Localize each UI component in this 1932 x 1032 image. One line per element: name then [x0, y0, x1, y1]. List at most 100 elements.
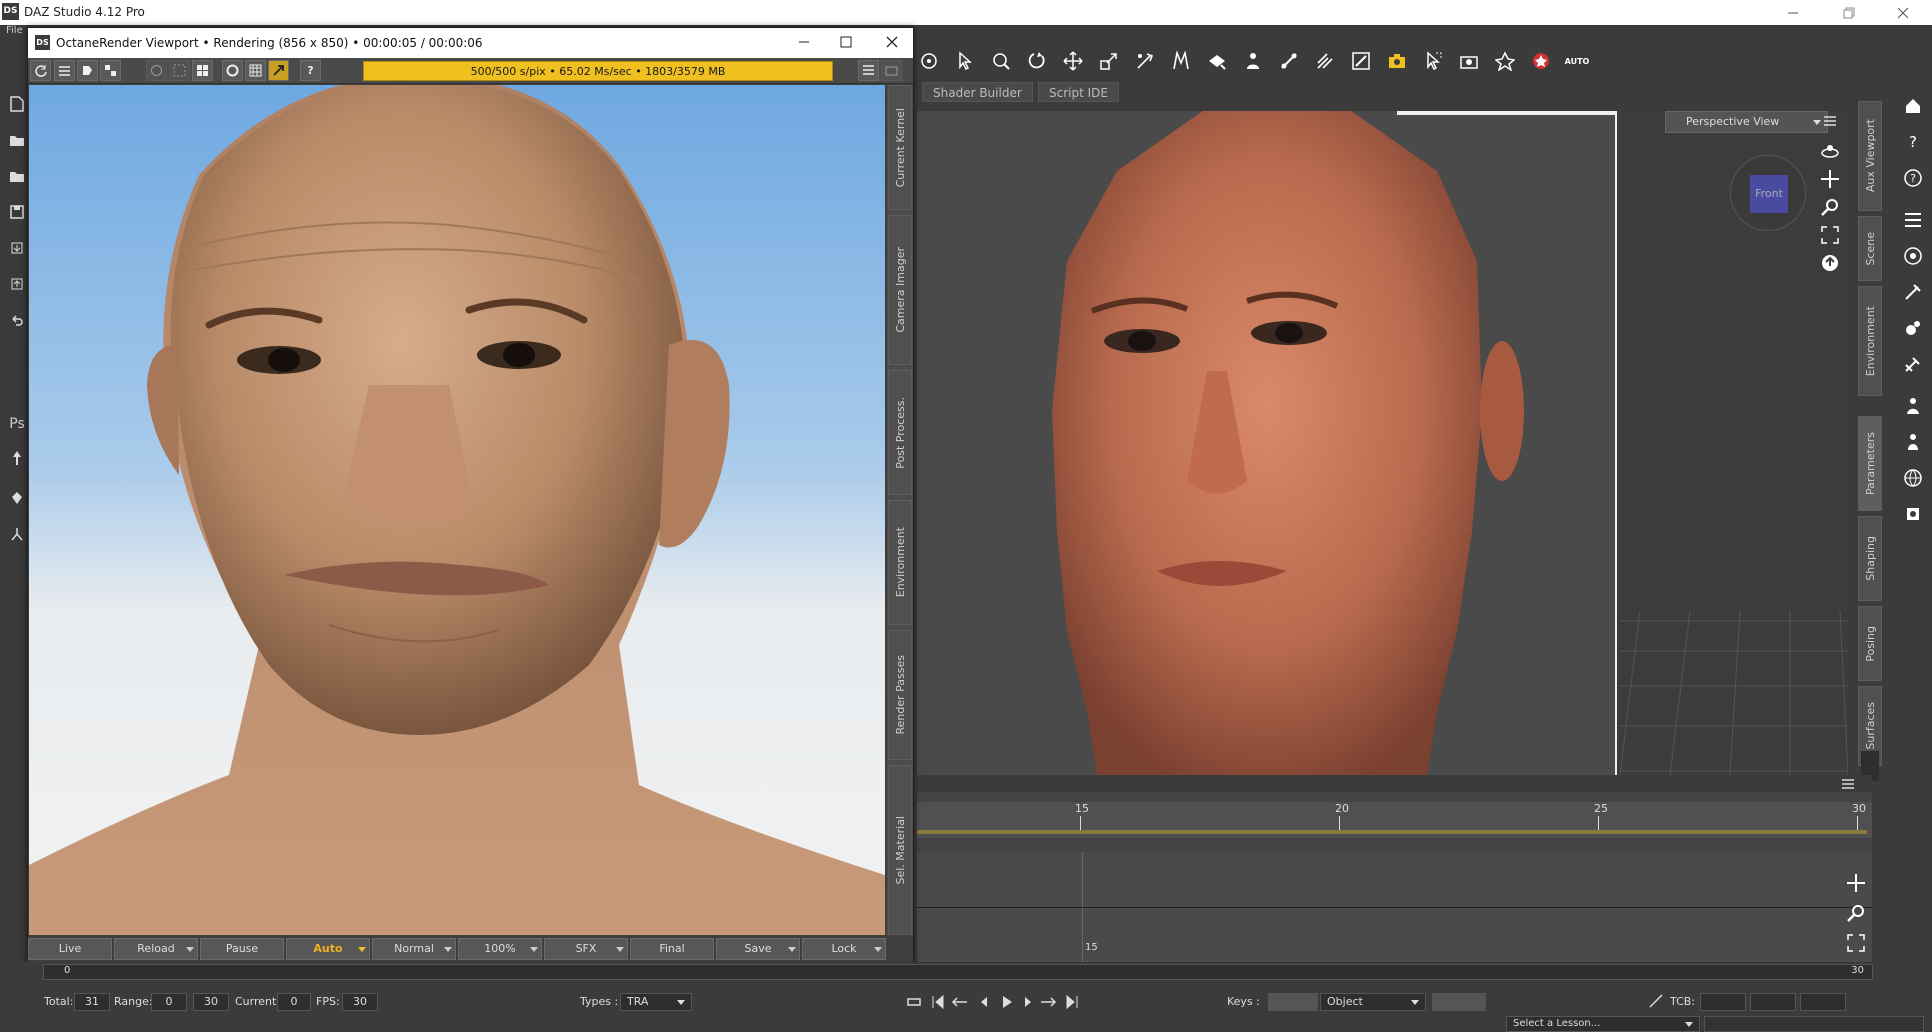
tab-post-process[interactable]: Post Process. [888, 370, 912, 495]
joint-tool-icon[interactable] [6, 523, 28, 545]
pin-icon[interactable] [77, 60, 98, 81]
minimize-button[interactable] [1770, 0, 1816, 25]
export-icon[interactable] [6, 273, 28, 295]
universal-tool-icon[interactable] [916, 48, 942, 74]
tcb-bias-field[interactable] [1800, 993, 1846, 1011]
graph-frame-icon[interactable] [1843, 930, 1869, 956]
close-button[interactable] [1880, 0, 1926, 25]
tcb-continuity-field[interactable] [1750, 993, 1796, 1011]
octane-close-button[interactable] [886, 36, 898, 48]
focus-icon[interactable] [146, 60, 167, 81]
view-selector[interactable]: Perspective View [1665, 111, 1828, 133]
current-field[interactable]: 0 [277, 993, 311, 1011]
pose-figure-icon[interactable] [1900, 393, 1926, 419]
tab-parameters[interactable]: Parameters [1858, 416, 1882, 511]
help-icon[interactable]: ? [1900, 165, 1926, 191]
octane-render-window[interactable]: DS OctaneRender Viewport • Rendering (85… [27, 27, 914, 964]
film-region-icon[interactable] [245, 60, 266, 81]
menu-icon[interactable] [1817, 108, 1843, 134]
file-menu[interactable]: File [6, 25, 23, 36]
open-icon[interactable] [6, 129, 28, 151]
surface-selection-icon[interactable] [1204, 48, 1230, 74]
keys-target-select[interactable]: Object [1320, 993, 1426, 1011]
timeline[interactable]: 15 20 25 30 15 [917, 792, 1872, 962]
live-button[interactable]: Live [28, 938, 112, 960]
render-settings-icon[interactable] [1456, 48, 1482, 74]
content-icon[interactable] [1900, 243, 1926, 269]
restore-button[interactable] [1826, 0, 1872, 25]
save-button[interactable]: Save [716, 938, 800, 960]
range-start-field[interactable]: 0 [151, 993, 187, 1011]
add-key-button[interactable] [1268, 993, 1318, 1011]
first-frame-icon[interactable] [931, 994, 945, 1010]
globe-icon[interactable] [1900, 465, 1926, 491]
auto-button[interactable]: Auto [286, 938, 370, 960]
tab-posing[interactable]: Posing [1858, 606, 1882, 681]
viewport-3d[interactable] [917, 111, 1617, 775]
new-scene-icon[interactable] [6, 93, 28, 115]
context-help-icon[interactable]: ? [1900, 129, 1926, 155]
frame-scrubber[interactable]: 0 30 [43, 964, 1873, 980]
orbit-icon[interactable] [1817, 138, 1843, 164]
render-image[interactable] [29, 85, 885, 935]
home-icon[interactable] [1900, 93, 1926, 119]
merge-icon[interactable] [6, 165, 28, 187]
refresh-icon[interactable] [30, 60, 51, 81]
render-icon[interactable] [1492, 48, 1518, 74]
weight-map-brush-icon[interactable] [1312, 48, 1338, 74]
shape-figure-icon[interactable] [1900, 429, 1926, 455]
tab-scene[interactable]: Scene [1858, 216, 1882, 281]
spot-render-icon[interactable] [1384, 48, 1410, 74]
octane-titlebar[interactable]: DS OctaneRender Viewport • Rendering (85… [28, 28, 913, 58]
joint-editor-icon[interactable] [1276, 48, 1302, 74]
photoshop-bridge-icon[interactable]: Ps [6, 413, 28, 435]
options-icon[interactable] [54, 60, 75, 81]
tab-render-passes[interactable]: Render Passes [888, 630, 912, 760]
normal-button[interactable]: Normal [372, 938, 456, 960]
list-view-icon[interactable] [858, 60, 879, 81]
zoom-icon[interactable] [1817, 194, 1843, 220]
tab-sel-material[interactable]: Sel. Material [888, 765, 912, 935]
figure-tool-icon[interactable] [1240, 48, 1266, 74]
octane-maximize-button[interactable] [840, 36, 852, 48]
grid-icon[interactable] [192, 60, 213, 81]
brush-icon[interactable] [1900, 279, 1926, 305]
lesson-steps[interactable] [1704, 1016, 1924, 1032]
tab-shader-builder[interactable]: Shader Builder [922, 82, 1033, 102]
aux-viewport[interactable]: Perspective View Front [1620, 111, 1848, 775]
save-icon[interactable] [6, 201, 28, 223]
list-icon[interactable] [1900, 207, 1926, 233]
tab-environment-octane[interactable]: Environment [888, 500, 912, 625]
edit-geometry-icon[interactable] [1348, 48, 1374, 74]
save-image-icon[interactable] [881, 60, 902, 81]
region-icon[interactable] [222, 60, 243, 81]
final-button[interactable]: Final [630, 938, 714, 960]
tools-icon[interactable] [1900, 351, 1926, 377]
scale-tool-icon[interactable] [1096, 48, 1122, 74]
graph-area[interactable]: 15 [917, 852, 1872, 962]
figure-tool-icon[interactable] [6, 447, 28, 469]
reload-button[interactable]: Reload [114, 938, 198, 960]
rotate-tool-icon[interactable] [1024, 48, 1050, 74]
node-selection-icon[interactable] [988, 48, 1014, 74]
tab-aux-viewport[interactable]: Aux Viewport [1858, 101, 1882, 211]
pan-icon[interactable] [1817, 166, 1843, 192]
tab-current-kernel[interactable]: Current Kernel [888, 85, 912, 210]
total-field[interactable]: 31 [74, 993, 110, 1011]
graph-zoom-icon[interactable] [1843, 900, 1869, 926]
view-cube-front[interactable]: Front [1750, 175, 1788, 213]
graph-pan-icon[interactable] [1843, 870, 1869, 896]
zoom-percent-button[interactable]: 100% [458, 938, 542, 960]
pose-tool-icon[interactable] [6, 487, 28, 509]
loop-icon[interactable] [905, 994, 923, 1010]
tab-script-ide[interactable]: Script IDE [1038, 82, 1119, 102]
smart-content-icon[interactable] [1900, 315, 1926, 341]
auto-follow-icon[interactable]: AUTO [1564, 48, 1590, 74]
prev-key-icon[interactable] [951, 994, 969, 1010]
play-icon[interactable] [1001, 994, 1013, 1010]
types-select[interactable]: TRA [620, 993, 692, 1011]
import-icon[interactable] [6, 237, 28, 259]
tcb-tension-field[interactable] [1700, 993, 1746, 1011]
surface-icon[interactable] [1900, 501, 1926, 527]
iray-icon[interactable] [1528, 48, 1554, 74]
